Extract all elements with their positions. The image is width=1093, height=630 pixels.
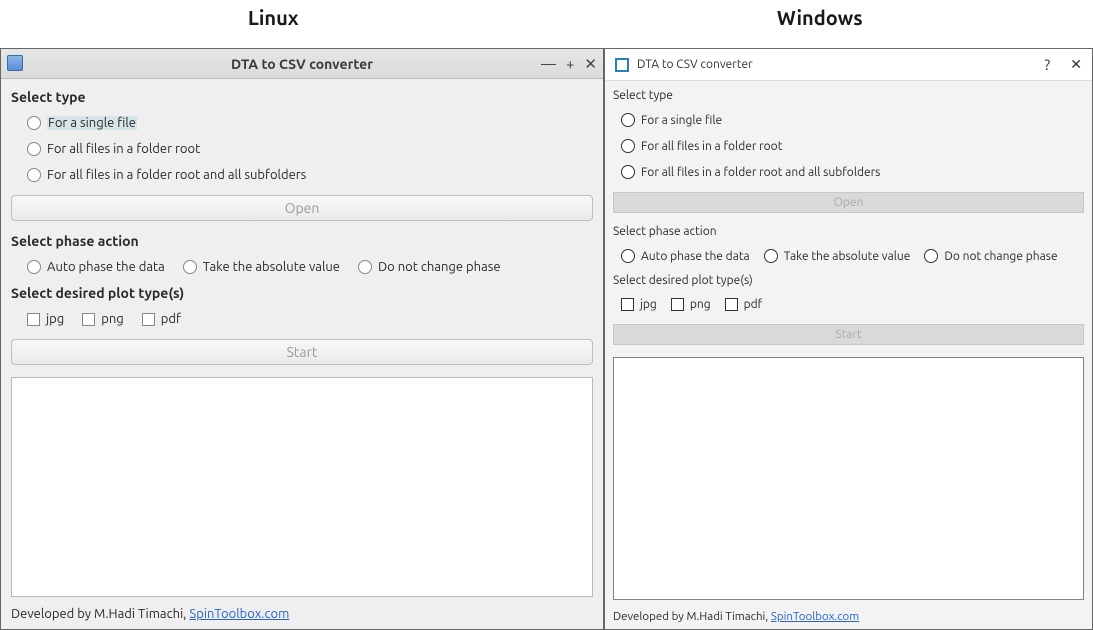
plot-option-pdf[interactable]: pdf [142, 309, 181, 329]
radio-label: For all files in a folder root and all s… [47, 168, 306, 182]
select-type-label: Select type [11, 89, 593, 105]
type-option-folder-sub[interactable]: For all files in a folder root and all s… [11, 165, 593, 185]
log-output [11, 377, 593, 597]
windows-titlebar: DTA to CSV converter ? ✕ [605, 49, 1092, 81]
radio-icon [27, 168, 41, 182]
footer-text: Developed by M.Hadi Timachi, SpinToolbox… [613, 608, 1084, 623]
checkbox-label: png [101, 312, 124, 326]
os-label-linux: Linux [0, 6, 547, 29]
select-phase-label: Select phase action [613, 225, 1084, 238]
open-button[interactable]: Open [11, 195, 593, 221]
type-option-folder[interactable]: For all files in a folder root [11, 139, 593, 159]
log-output [613, 357, 1084, 600]
radio-icon [358, 260, 372, 274]
checkbox-label: pdf [744, 298, 763, 311]
footer-link[interactable]: SpinToolbox.com [771, 610, 859, 623]
footer-link[interactable]: SpinToolbox.com [189, 607, 289, 621]
phase-option-nochange[interactable]: Do not change phase [924, 246, 1057, 266]
radio-label: For a single file [641, 114, 722, 127]
footer-prefix: Developed by M.Hadi Timachi, [11, 607, 189, 621]
radio-icon [621, 165, 635, 179]
phase-option-auto[interactable]: Auto phase the data [621, 246, 750, 266]
checkbox-label: jpg [640, 298, 657, 311]
radio-label: Do not change phase [944, 250, 1057, 263]
plot-option-jpg[interactable]: jpg [27, 309, 64, 329]
checkbox-icon [621, 298, 634, 311]
select-plots-label: Select desired plot type(s) [11, 285, 593, 301]
start-button[interactable]: Start [613, 324, 1084, 345]
radio-icon [764, 249, 778, 263]
checkbox-icon [671, 298, 684, 311]
open-button[interactable]: Open [613, 192, 1084, 213]
radio-label: For all files in a folder root [641, 140, 782, 153]
type-option-single[interactable]: For a single file [11, 113, 593, 133]
checkbox-icon [725, 298, 738, 311]
window-title: DTA to CSV converter [637, 58, 1044, 71]
checkbox-label: png [690, 298, 711, 311]
close-icon[interactable]: ✕ [584, 55, 597, 73]
footer-prefix: Developed by M.Hadi Timachi, [613, 610, 771, 623]
select-plots-label: Select desired plot type(s) [613, 274, 1084, 287]
close-icon[interactable]: ✕ [1070, 56, 1082, 73]
help-icon[interactable]: ? [1044, 56, 1050, 73]
phase-option-abs[interactable]: Take the absolute value [764, 246, 911, 266]
radio-label: Take the absolute value [203, 260, 340, 274]
checkbox-icon [142, 313, 155, 326]
radio-icon [183, 260, 197, 274]
type-option-folder-sub[interactable]: For all files in a folder root and all s… [613, 162, 1084, 182]
radio-label: Take the absolute value [784, 250, 911, 263]
checkbox-icon [82, 313, 95, 326]
radio-label: Auto phase the data [641, 250, 750, 263]
phase-option-abs[interactable]: Take the absolute value [183, 257, 340, 277]
checkbox-label: jpg [46, 312, 64, 326]
type-option-single[interactable]: For a single file [613, 110, 1084, 130]
app-icon [7, 55, 23, 71]
radio-icon [27, 142, 41, 156]
radio-icon [27, 116, 41, 130]
radio-label: Do not change phase [378, 260, 501, 274]
plot-option-png[interactable]: png [82, 309, 124, 329]
phase-option-auto[interactable]: Auto phase the data [27, 257, 165, 277]
radio-label: For all files in a folder root and all s… [641, 166, 880, 179]
linux-titlebar: DTA to CSV converter — + ✕ [1, 49, 603, 79]
os-label-windows: Windows [547, 6, 1093, 29]
windows-window: DTA to CSV converter ? ✕ Select type For… [604, 48, 1093, 630]
checkbox-icon [27, 313, 40, 326]
select-type-label: Select type [613, 89, 1084, 102]
plot-option-jpg[interactable]: jpg [621, 295, 657, 314]
radio-label: For a single file [47, 116, 137, 130]
minimize-icon[interactable]: — [541, 55, 556, 73]
radio-icon [924, 249, 938, 263]
plot-option-pdf[interactable]: pdf [725, 295, 763, 314]
maximize-icon[interactable]: + [566, 55, 574, 73]
window-title: DTA to CSV converter [231, 56, 373, 72]
type-option-folder[interactable]: For all files in a folder root [613, 136, 1084, 156]
radio-icon [27, 260, 41, 274]
radio-icon [621, 139, 635, 153]
footer-text: Developed by M.Hadi Timachi, SpinToolbox… [11, 605, 593, 621]
start-button[interactable]: Start [11, 339, 593, 365]
select-phase-label: Select phase action [11, 233, 593, 249]
linux-window: DTA to CSV converter — + ✕ Select type F… [0, 48, 604, 630]
radio-label: Auto phase the data [47, 260, 165, 274]
plot-option-png[interactable]: png [671, 295, 711, 314]
radio-label: For all files in a folder root [47, 142, 200, 156]
checkbox-label: pdf [161, 312, 181, 326]
radio-icon [621, 113, 635, 127]
phase-option-nochange[interactable]: Do not change phase [358, 257, 501, 277]
app-icon [615, 58, 629, 72]
radio-icon [621, 249, 635, 263]
